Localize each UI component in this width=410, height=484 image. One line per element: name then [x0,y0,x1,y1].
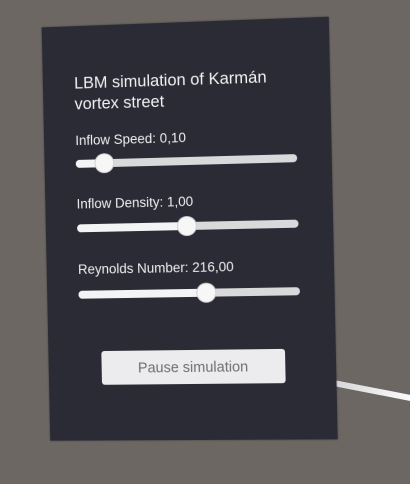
slider-thumb[interactable] [177,216,197,236]
panel-title: LBM simulation of Karmán vortex street [73,68,267,114]
inflow-speed-label: Inflow Speed: 0,10 [75,130,187,149]
vr-scene: LBM simulation of Karmán vortex street I… [0,0,410,484]
pause-simulation-button[interactable]: Pause simulation [101,348,286,385]
slider-thumb[interactable] [196,283,216,302]
slider-thumb[interactable] [95,154,114,173]
inflow-density-label: Inflow Density: 1,00 [76,193,194,212]
inflow-density-slider[interactable] [77,215,299,238]
slider-fill [78,288,207,299]
simulation-control-panel: LBM simulation of Karmán vortex street I… [41,16,338,441]
inflow-speed-slider[interactable] [75,149,298,173]
reynolds-number-label: Reynolds Number: 216,00 [77,259,234,277]
slider-fill [77,222,187,233]
reynolds-number-slider[interactable] [78,282,301,304]
